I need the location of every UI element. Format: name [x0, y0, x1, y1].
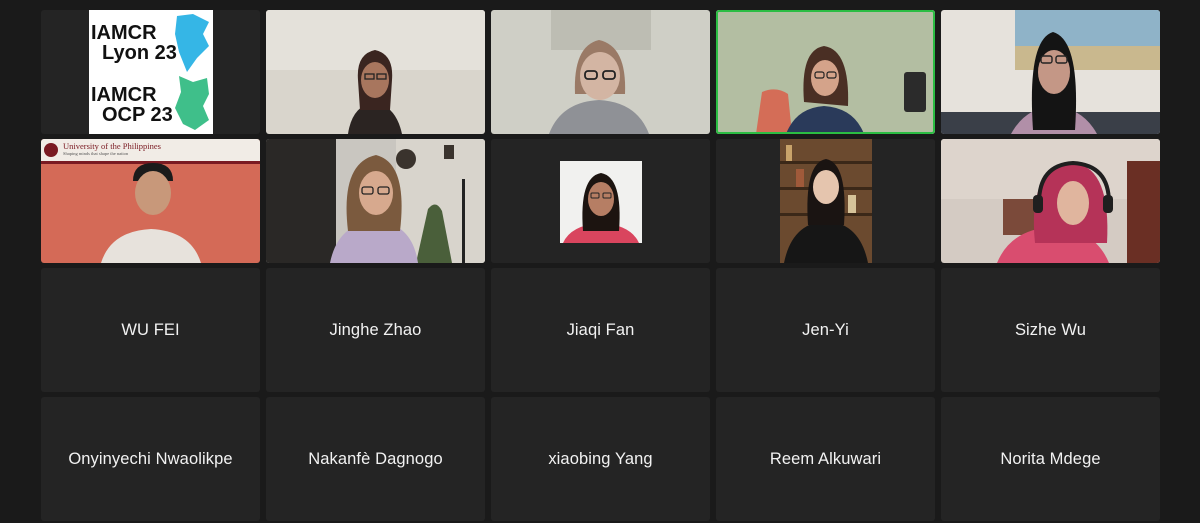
video-tile-logo[interactable]: IAMCR Lyon 23 IAMCR OCP 23: [41, 10, 260, 134]
university-name: University of the Philippines: [63, 141, 161, 151]
video-tile-participant-3[interactable]: [491, 10, 710, 134]
logo-blue-shape: [175, 14, 209, 72]
logo-line-4: OCP 23: [102, 104, 173, 126]
video-tile-participant-2[interactable]: [266, 10, 485, 134]
participant-video: [716, 139, 935, 263]
name-tile-1[interactable]: WU FEI: [41, 268, 260, 392]
participant-name: Jinghe Zhao: [329, 320, 422, 339]
participant-name: Jen-Yi: [802, 320, 849, 339]
logo-green-shape: [175, 76, 209, 130]
logo-line-2: Lyon 23: [102, 42, 177, 64]
participant-video: [491, 10, 710, 134]
name-tile-8[interactable]: xiaobing Yang: [491, 397, 710, 521]
video-tile-participant-8[interactable]: [491, 139, 710, 263]
participant-video: [266, 139, 485, 263]
name-tile-10[interactable]: Norita Mdege: [941, 397, 1160, 521]
participant-video: [941, 139, 1160, 263]
video-tile-participant-10[interactable]: [941, 139, 1160, 263]
university-banner: University of the Philippines Shaping mi…: [63, 142, 173, 157]
participant-name: Sizhe Wu: [1014, 320, 1087, 339]
participant-name: Nakanfè Dagnogo: [308, 449, 443, 468]
participant-video: [41, 139, 260, 263]
participant-name: Reem Alkuwari: [769, 449, 882, 468]
name-tile-4[interactable]: Jen-Yi: [716, 268, 935, 392]
participant-name: Onyinyechi Nwaolikpe: [68, 449, 233, 468]
name-tile-7[interactable]: Nakanfè Dagnogo: [266, 397, 485, 521]
participant-video: [266, 10, 485, 134]
participant-name: Norita Mdege: [1000, 449, 1101, 468]
participant-name: WU FEI: [121, 320, 180, 339]
participant-grid: IAMCR Lyon 23 IAMCR OCP 23 University of…: [41, 10, 1160, 521]
video-tile-participant-6[interactable]: University of the Philippines Shaping mi…: [41, 139, 260, 263]
participant-video: [716, 10, 935, 134]
name-tile-9[interactable]: Reem Alkuwari: [716, 397, 935, 521]
participant-video: [941, 10, 1160, 134]
video-tile-participant-7[interactable]: [266, 139, 485, 263]
logo-text-top: IAMCR Lyon 23: [91, 23, 177, 63]
university-tagline: Shaping minds that shape the nation: [63, 151, 129, 156]
participant-video: [491, 139, 710, 263]
name-tile-5[interactable]: Sizhe Wu: [941, 268, 1160, 392]
logo-text-bottom: IAMCR OCP 23: [91, 85, 173, 125]
video-tile-participant-4-speaking[interactable]: [716, 10, 935, 134]
logo-line-3: IAMCR: [91, 84, 157, 106]
name-tile-3[interactable]: Jiaqi Fan: [491, 268, 710, 392]
logo-line-1: IAMCR: [91, 22, 157, 44]
conference-logo: IAMCR Lyon 23 IAMCR OCP 23: [89, 10, 213, 134]
video-tile-participant-5[interactable]: [941, 10, 1160, 134]
participant-name: Jiaqi Fan: [566, 320, 635, 339]
name-tile-2[interactable]: Jinghe Zhao: [266, 268, 485, 392]
name-tile-6[interactable]: Onyinyechi Nwaolikpe: [41, 397, 260, 521]
video-tile-participant-9[interactable]: [716, 139, 935, 263]
participant-name: xiaobing Yang: [548, 449, 653, 468]
